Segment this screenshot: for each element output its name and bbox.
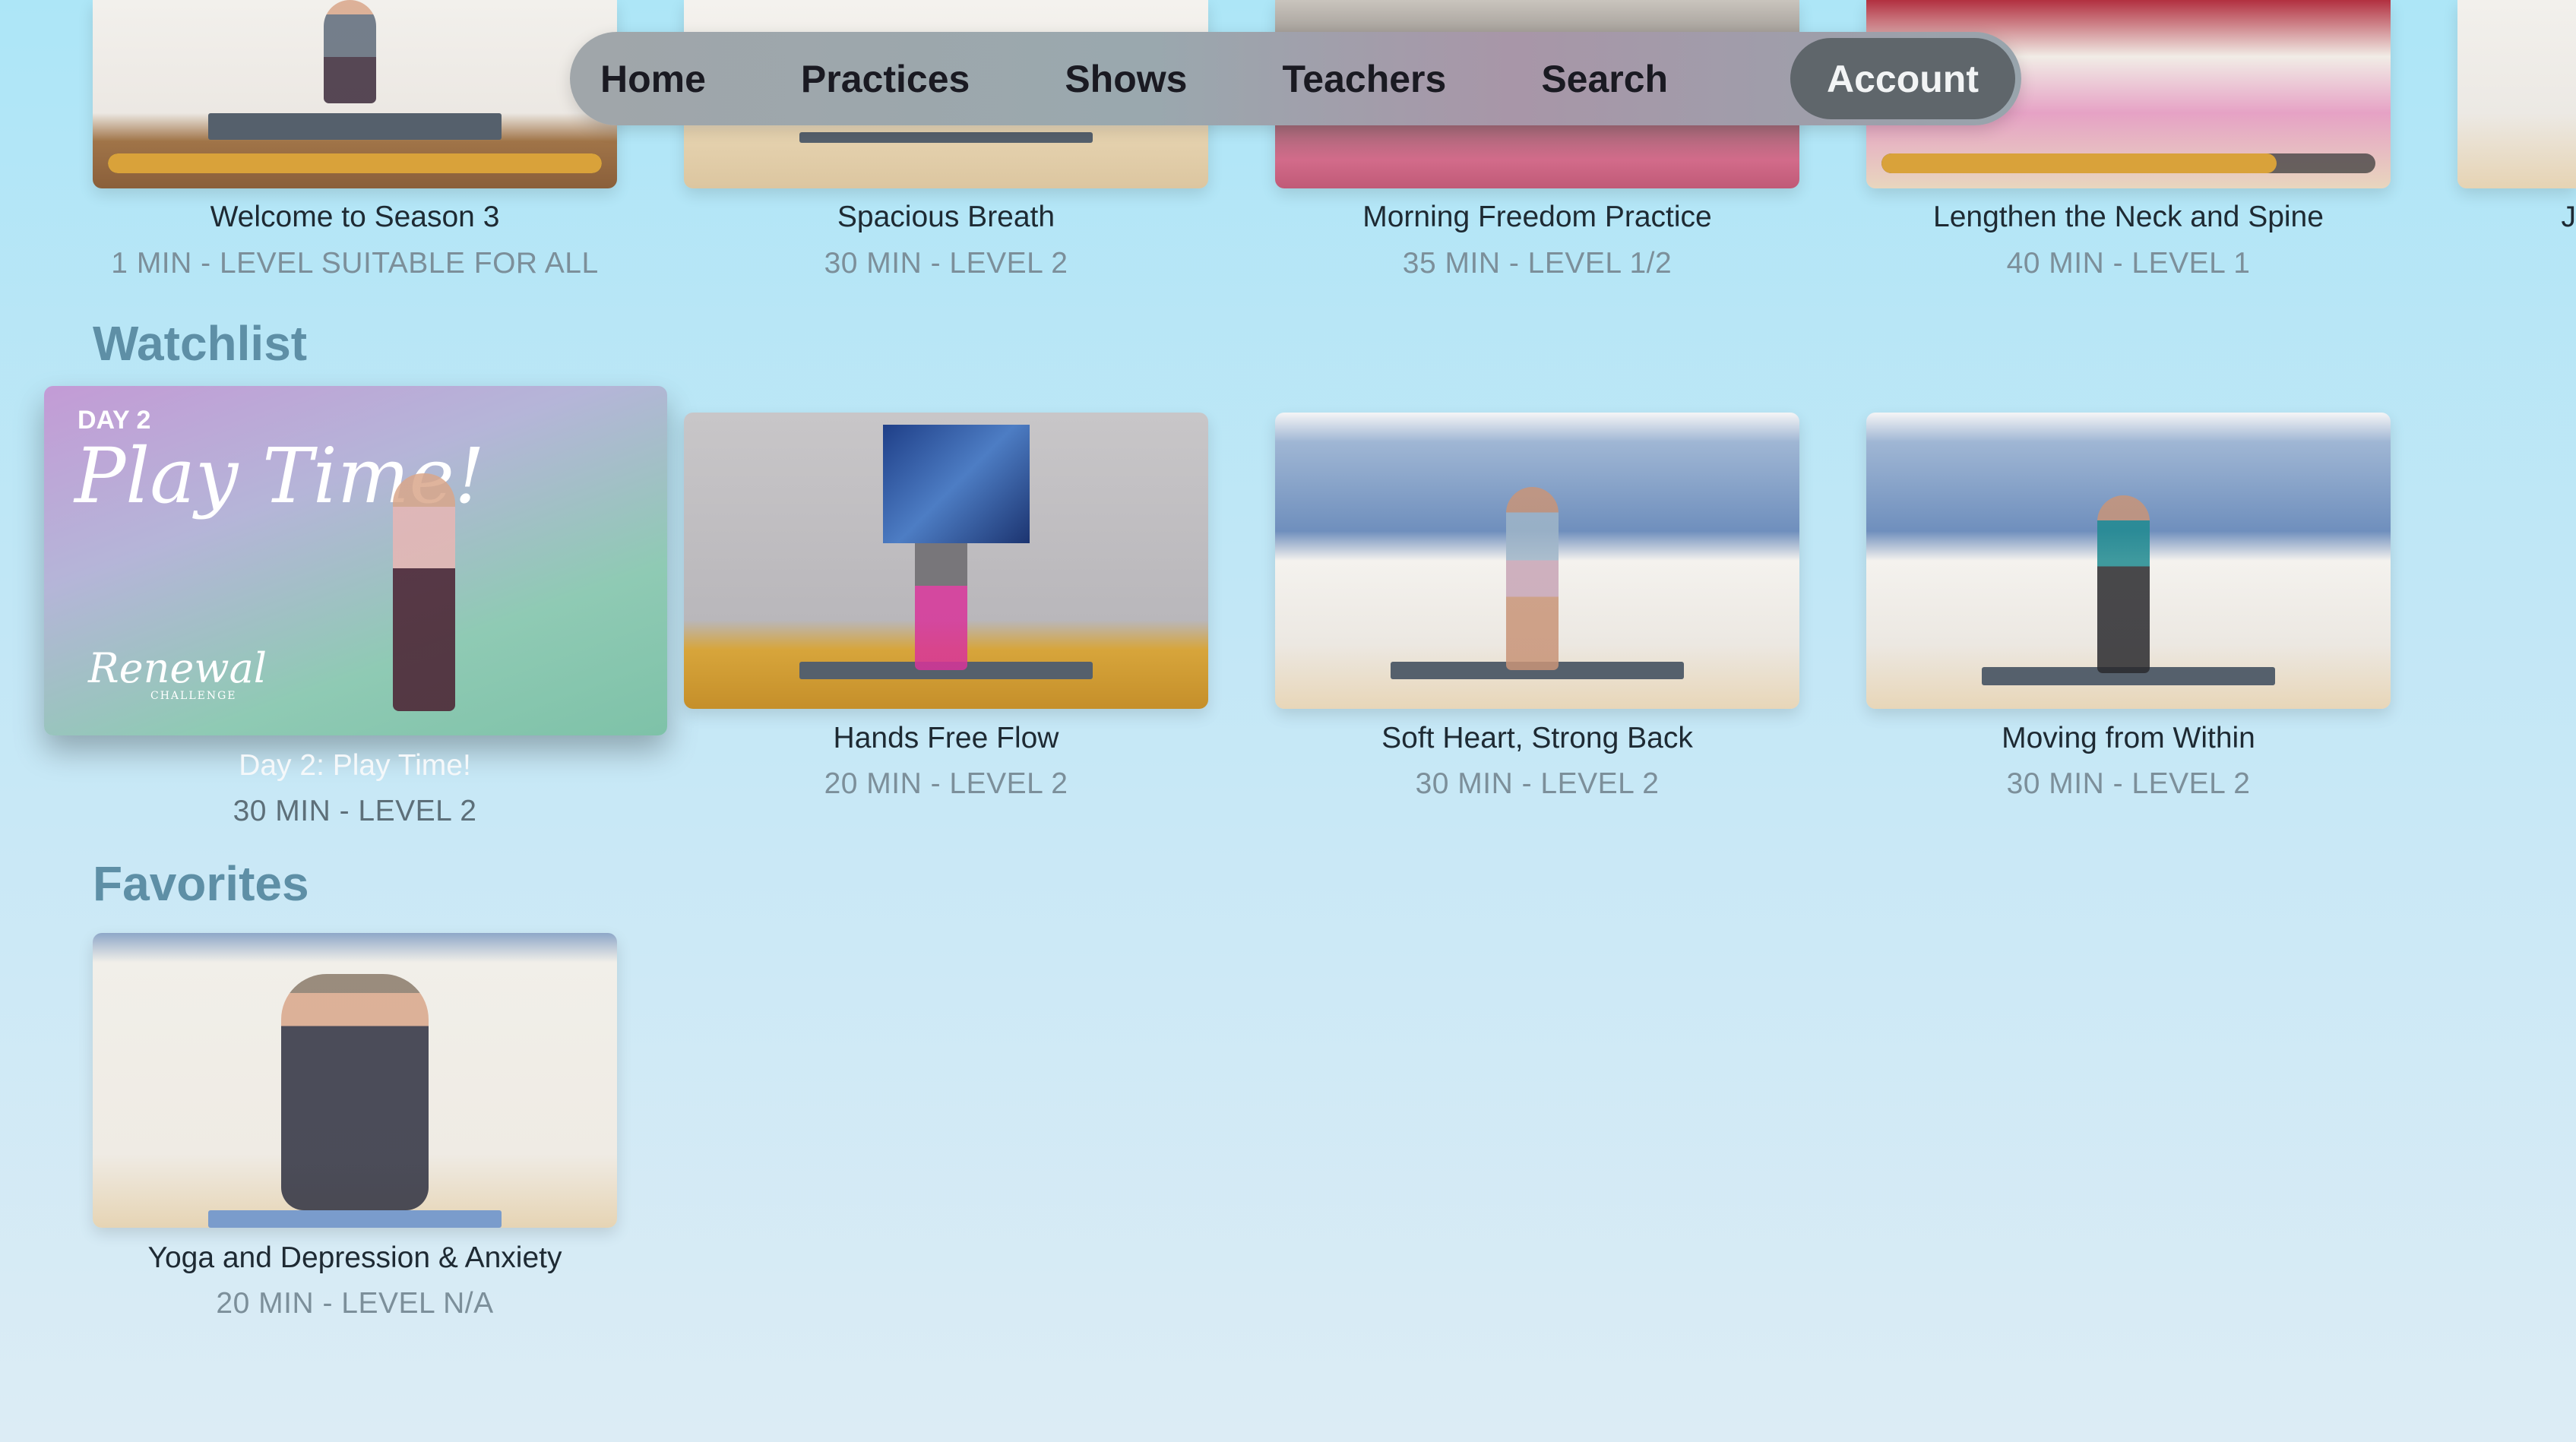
video-meta: 1 MIN - LEVEL SUITABLE FOR ALL xyxy=(111,247,599,280)
video-title: Day 2: Play Time! xyxy=(239,749,471,782)
nav-home[interactable]: Home xyxy=(600,38,706,119)
nav-teachers[interactable]: Teachers xyxy=(1282,38,1446,119)
video-title: Lengthen the Neck and Spine xyxy=(1933,201,2324,233)
video-title: Morning Freedom Practice xyxy=(1362,201,1712,233)
video-title: Soft Heart, Strong Back xyxy=(1381,722,1693,754)
video-thumbnail xyxy=(93,933,617,1228)
nav-search[interactable]: Search xyxy=(1541,38,1668,119)
video-meta: 35 MIN - LEVEL 1/2 xyxy=(1402,247,1673,280)
video-meta: 30 MIN - LEVEL 2 xyxy=(824,247,1068,280)
video-thumbnail xyxy=(1866,413,2391,709)
video-thumbnail xyxy=(684,413,1208,709)
video-meta: 40 MIN - LEVEL 1 xyxy=(2006,247,2251,280)
progress-bar xyxy=(1881,153,2375,173)
video-meta: 30 MIN - LEVEL 2 xyxy=(233,795,477,827)
video-card-partial[interactable] xyxy=(2457,0,2576,188)
video-thumbnail xyxy=(2457,0,2576,188)
video-card-hands-free-flow[interactable] xyxy=(684,413,1208,709)
video-title: Welcome to Season 3 xyxy=(210,201,500,233)
section-heading-watchlist: Watchlist xyxy=(93,316,308,371)
video-thumbnail: DAY 2 Play Time! Renewal CHALLENGE xyxy=(44,386,667,735)
thumbnail-brand-sub: CHALLENGE xyxy=(150,690,237,702)
video-meta: 30 MIN - LEVEL 2 xyxy=(2006,767,2251,800)
video-title: Spacious Breath xyxy=(837,201,1055,233)
video-card-yoga-depression-anxiety[interactable] xyxy=(93,933,617,1228)
video-meta: 30 MIN - LEVEL 2 xyxy=(1415,767,1660,800)
video-card-welcome-season-3[interactable] xyxy=(93,0,617,188)
progress-bar xyxy=(108,153,602,173)
video-thumbnail xyxy=(1275,413,1799,709)
video-title: Hands Free Flow xyxy=(833,722,1059,754)
video-title: J xyxy=(2561,201,2576,233)
section-heading-favorites: Favorites xyxy=(93,856,309,911)
nav-shows[interactable]: Shows xyxy=(1065,38,1187,119)
nav-practices[interactable]: Practices xyxy=(801,38,970,119)
video-title: Yoga and Depression & Anxiety xyxy=(147,1241,562,1274)
thumbnail-brand-logo: Renewal xyxy=(88,644,267,692)
video-card-soft-heart-strong-back[interactable] xyxy=(1275,413,1799,709)
video-meta: 20 MIN - LEVEL 2 xyxy=(824,767,1068,800)
video-title: Moving from Within xyxy=(2002,722,2255,754)
video-card-moving-from-within[interactable] xyxy=(1866,413,2391,709)
video-card-day-2-play-time[interactable]: DAY 2 Play Time! Renewal CHALLENGE xyxy=(44,386,667,735)
video-meta: 20 MIN - LEVEL N/A xyxy=(216,1287,494,1320)
top-nav-bar: Home Practices Shows Teachers Search Acc… xyxy=(570,32,2021,125)
nav-account[interactable]: Account xyxy=(1790,38,2015,119)
